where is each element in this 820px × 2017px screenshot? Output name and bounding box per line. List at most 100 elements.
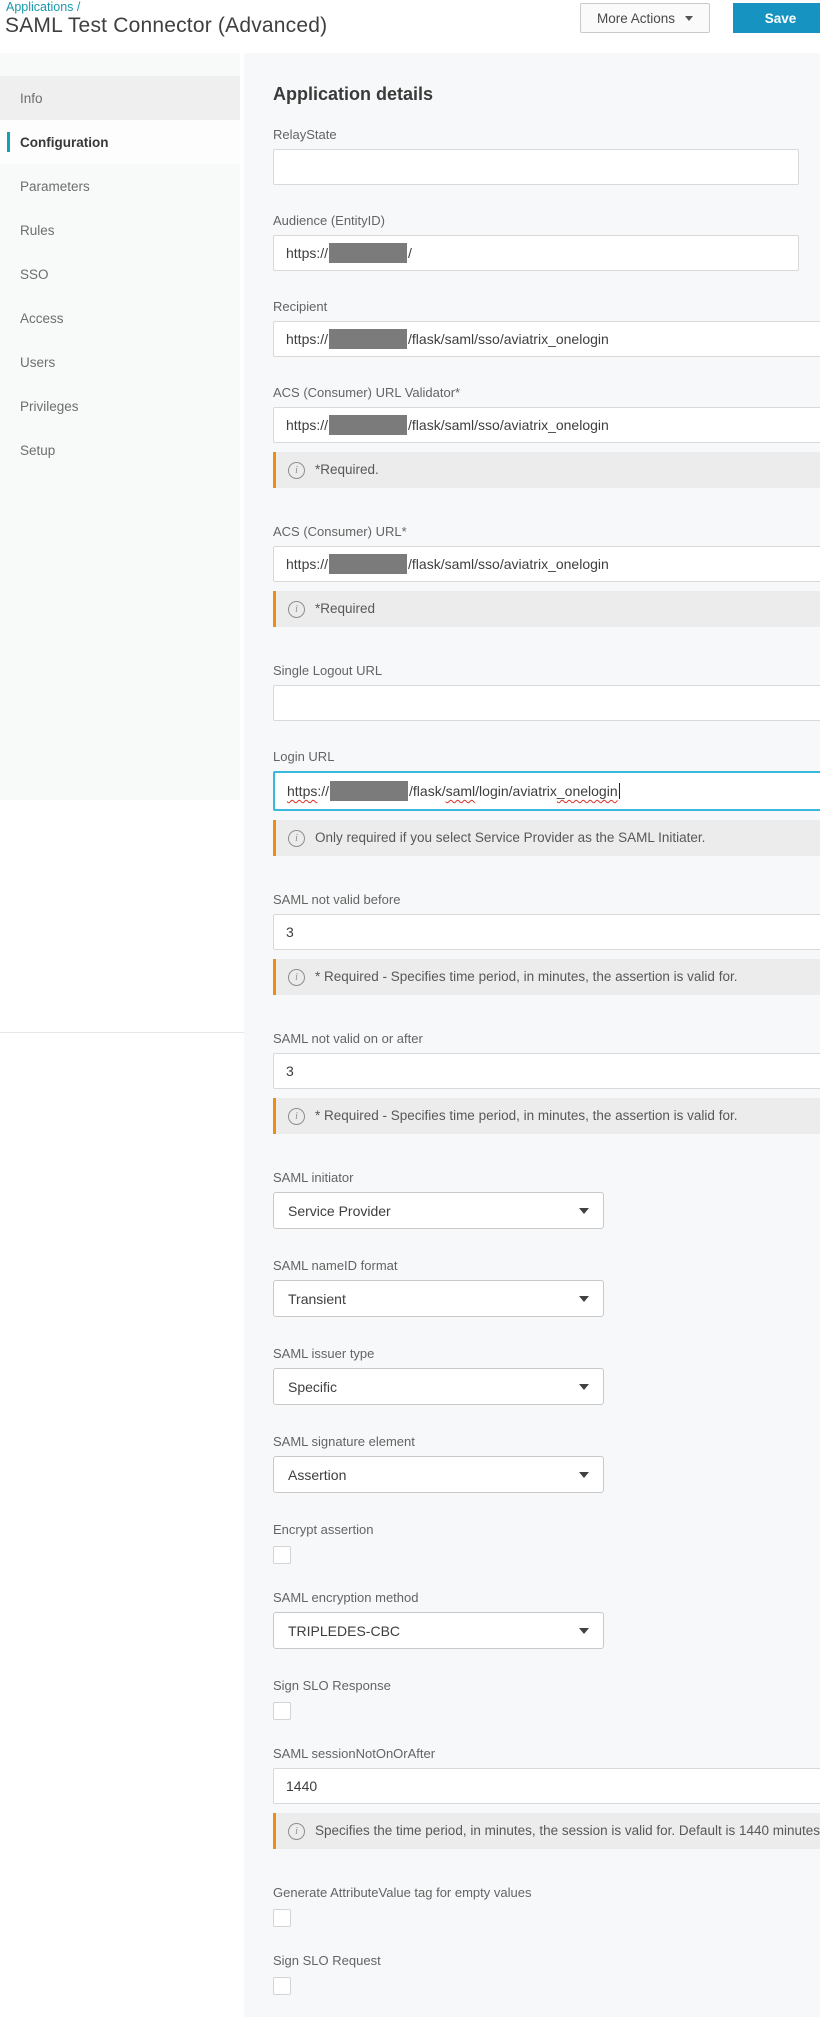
encrypt-assertion-checkbox[interactable] <box>273 1546 291 1564</box>
recipient-input[interactable]: https:///flask/saml/sso/aviatrix_onelogi… <box>273 321 820 357</box>
field-single-logout-url: Single Logout URL <box>273 663 820 721</box>
url-prefix: https:// <box>286 245 328 261</box>
text-cursor <box>619 783 620 799</box>
page-header: Applications / SAML Test Connector (Adva… <box>0 0 820 53</box>
field-note: i Only required if you select Service Pr… <box>273 820 820 856</box>
note-text: *Required. <box>315 460 379 480</box>
chevron-down-icon <box>579 1628 589 1634</box>
url-suffix: /flask/saml/sso/aviatrix_onelogin <box>408 417 609 433</box>
url-segment: https <box>287 783 317 799</box>
sidebar-item-users[interactable]: Users <box>0 340 240 384</box>
url-segment: /flask/ <box>409 783 446 799</box>
note-text: *Required <box>315 599 375 619</box>
field-login-url: Login URL https:///flask/saml/login/avia… <box>273 749 820 856</box>
field-label: SAML encryption method <box>273 1590 820 1605</box>
sign-slo-request-checkbox[interactable] <box>273 1977 291 1995</box>
saml-nameid-format-select[interactable]: Transient <box>273 1280 604 1317</box>
sidebar-item-setup[interactable]: Setup <box>0 428 240 472</box>
select-value: Service Provider <box>288 1203 391 1219</box>
field-label: SAML initiator <box>273 1170 820 1185</box>
single-logout-url-input[interactable] <box>273 685 820 721</box>
field-label: SAML sessionNotOnOrAfter <box>273 1746 820 1761</box>
redacted-value <box>329 415 407 435</box>
generate-attributevalue-checkbox[interactable] <box>273 1909 291 1927</box>
saml-initiator-select[interactable]: Service Provider <box>273 1192 604 1229</box>
saml-session-not-on-or-after-input[interactable]: 1440 <box>273 1768 820 1804</box>
saml-signature-element-select[interactable]: Assertion <box>273 1456 604 1493</box>
info-icon: i <box>288 462 305 479</box>
field-note: i *Required <box>273 591 820 627</box>
field-label: ACS (Consumer) URL Validator* <box>273 385 820 400</box>
field-label: RelayState <box>273 127 820 142</box>
url-suffix: / <box>408 245 412 261</box>
info-icon: i <box>288 830 305 847</box>
field-label: SAML issuer type <box>273 1346 820 1361</box>
redacted-value <box>329 243 407 263</box>
info-icon: i <box>288 1108 305 1125</box>
field-label: Encrypt assertion <box>273 1522 820 1537</box>
breadcrumb[interactable]: Applications / <box>6 0 80 14</box>
sidebar-item-access[interactable]: Access <box>0 296 240 340</box>
select-value: TRIPLEDES-CBC <box>288 1623 400 1639</box>
active-tab-indicator <box>7 132 10 152</box>
info-icon: i <box>288 1823 305 1840</box>
field-note: i * Required - Specifies time period, in… <box>273 1098 820 1134</box>
field-label: Recipient <box>273 299 820 314</box>
sidebar-item-label: Setup <box>20 443 55 458</box>
note-text: Specifies the time period, in minutes, t… <box>315 1821 820 1841</box>
sidebar-item-privileges[interactable]: Privileges <box>0 384 240 428</box>
saml-encryption-method-select[interactable]: TRIPLEDES-CBC <box>273 1612 604 1649</box>
redacted-value <box>329 554 407 574</box>
sidebar-item-sso[interactable]: SSO <box>0 252 240 296</box>
save-button[interactable]: Save <box>733 3 820 33</box>
url-prefix: https:// <box>286 556 328 572</box>
save-label: Save <box>765 11 797 26</box>
chevron-down-icon <box>685 16 693 21</box>
saml-not-valid-after-input[interactable]: 3 <box>273 1053 820 1089</box>
field-sign-slo-request: Sign SLO Request <box>273 1953 820 1995</box>
sidebar-item-label: SSO <box>20 267 49 282</box>
field-saml-not-valid-after: SAML not valid on or after 3 i * Require… <box>273 1031 820 1134</box>
sidebar-bottom-divider <box>0 1032 256 1033</box>
sidebar-item-parameters[interactable]: Parameters <box>0 164 240 208</box>
note-text: Only required if you select Service Prov… <box>315 828 705 848</box>
field-label: SAML not valid on or after <box>273 1031 820 1046</box>
field-acs-url: ACS (Consumer) URL* https:///flask/saml/… <box>273 524 820 627</box>
audience-input[interactable]: https:// / <box>273 235 799 271</box>
login-url-input[interactable]: https:///flask/saml/login/aviatrix_onelo… <box>273 771 820 811</box>
field-saml-initiator: SAML initiator Service Provider <box>273 1170 820 1229</box>
field-saml-encryption-method: SAML encryption method TRIPLEDES-CBC <box>273 1590 820 1649</box>
input-value: 3 <box>286 924 294 940</box>
sidebar-item-info[interactable]: Info <box>0 76 240 120</box>
field-note: i *Required. <box>273 452 820 488</box>
sidebar-item-label: Configuration <box>20 135 108 150</box>
acs-url-input[interactable]: https:// /flask/saml/sso/aviatrix_onelogi… <box>273 546 820 582</box>
sidebar-item-label: Rules <box>20 223 55 238</box>
input-value: 1440 <box>286 1778 317 1794</box>
note-text: * Required - Specifies time period, in m… <box>315 967 737 987</box>
select-value: Assertion <box>288 1467 346 1483</box>
field-label: Audience (EntityID) <box>273 213 820 228</box>
sidebar-item-label: Parameters <box>20 179 90 194</box>
field-recipient: Recipient https:///flask/saml/sso/aviatr… <box>273 299 820 357</box>
sign-slo-response-checkbox[interactable] <box>273 1702 291 1720</box>
saml-not-valid-before-input[interactable]: 3 <box>273 914 820 950</box>
more-actions-button[interactable]: More Actions <box>580 3 710 33</box>
saml-issuer-type-select[interactable]: Specific <box>273 1368 604 1405</box>
select-value: Specific <box>288 1379 337 1395</box>
relaystate-input[interactable] <box>273 149 799 185</box>
chevron-down-icon <box>579 1296 589 1302</box>
field-audience: Audience (EntityID) https:// / <box>273 213 820 271</box>
sidebar-item-rules[interactable]: Rules <box>0 208 240 252</box>
field-generate-attributevalue-tag: Generate AttributeValue tag for empty va… <box>273 1885 820 1927</box>
sidebar-item-configuration[interactable]: Configuration <box>0 120 240 164</box>
field-saml-not-valid-before: SAML not valid before 3 i * Required - S… <box>273 892 820 995</box>
select-value: Transient <box>288 1291 346 1307</box>
field-acs-url-validator: ACS (Consumer) URL Validator* https:///f… <box>273 385 820 488</box>
field-label: Generate AttributeValue tag for empty va… <box>273 1885 820 1900</box>
more-actions-label: More Actions <box>597 11 675 26</box>
url-segment: saml <box>446 783 476 799</box>
url-suffix: /flask/saml/sso/aviatrix_onelogin <box>408 556 609 572</box>
acs-url-validator-input[interactable]: https:///flask/saml/sso/aviatrix_onelogi… <box>273 407 820 443</box>
field-label: SAML signature element <box>273 1434 820 1449</box>
